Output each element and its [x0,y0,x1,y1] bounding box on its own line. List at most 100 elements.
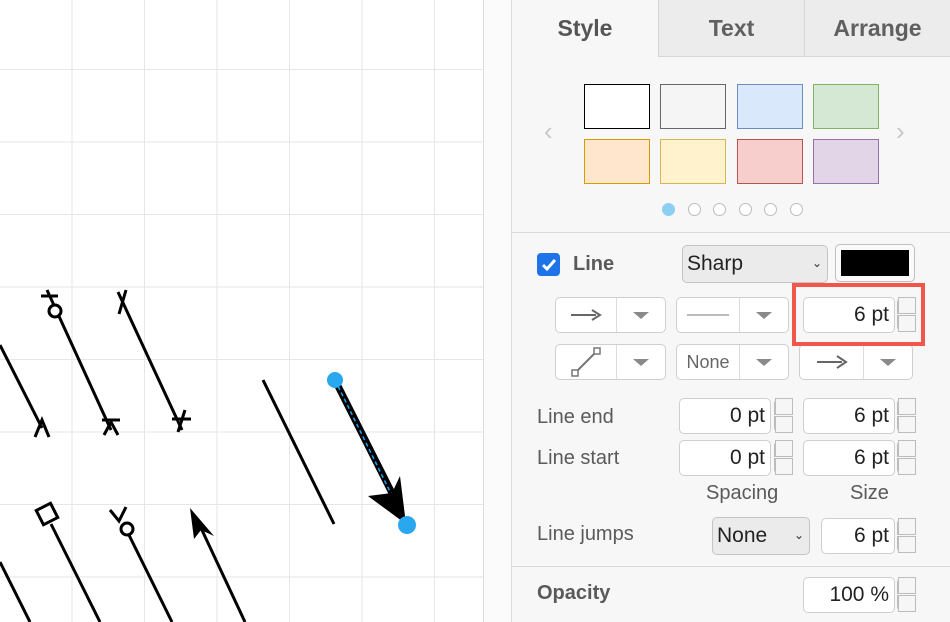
chevron-down-icon[interactable] [617,345,665,379]
edge-style-value: Sharp [687,252,744,275]
line-end-spacing-field[interactable]: 0 pt [679,398,771,434]
connector-edge[interactable] [116,291,184,431]
target-handle[interactable] [398,516,416,534]
increment-icon[interactable] [897,518,916,535]
line-end-size-value: 6 pt [853,404,889,427]
start-arrow-value[interactable]: None [677,345,740,379]
chevron-down-icon[interactable] [864,345,912,379]
classic-arrowhead [190,508,214,539]
connector-edge[interactable] [199,527,247,622]
decrement-icon[interactable] [897,536,916,553]
chevron-down-icon[interactable] [740,298,788,332]
spacing-column-label: Spacing [706,482,779,504]
page-dot[interactable] [688,203,701,216]
line-checkbox[interactable] [537,253,560,276]
line-end-size-field[interactable]: 6 pt [803,398,895,434]
end-arrow-selector-2[interactable] [799,344,913,380]
tab-style[interactable]: Style [512,0,658,57]
style-swatch[interactable] [584,84,650,129]
arrow-right-icon[interactable] [556,298,617,332]
connector-edge[interactable] [0,344,44,429]
diamond-marker [34,501,60,527]
opacity-stepper[interactable] [897,577,916,613]
style-swatch[interactable] [813,139,879,184]
page-dot[interactable] [790,203,803,216]
connector-edge[interactable] [125,530,174,622]
style-swatch[interactable] [660,139,726,184]
chevron-down-icon: ⌄ [811,256,822,270]
opacity-label: Opacity [537,582,611,604]
line-jumps-label: Line jumps [537,523,634,545]
chevron-down-icon[interactable] [617,298,665,332]
format-panel: Style Text Arrange ‹ › Line Sharp ⌄ 6 pt… [512,0,950,622]
line-end-spacing-stepper[interactable] [774,398,793,434]
line-color-picker[interactable] [835,244,915,282]
line-pattern-selector[interactable] [676,297,789,333]
increment-icon[interactable] [774,398,793,415]
increment-icon[interactable] [897,440,916,457]
line-start-spacing-field[interactable]: 0 pt [679,440,771,476]
style-swatch[interactable] [737,139,803,184]
line-start-size-field[interactable]: 6 pt [803,440,895,476]
page-dot-active[interactable] [662,203,675,216]
start-arrow-selector[interactable]: None [676,344,789,380]
connector-edge[interactable] [261,379,336,525]
line-jumps-value: None [717,524,768,547]
crows-foot-marker [108,506,128,524]
section-divider [512,566,950,567]
line-width-stepper[interactable] [897,297,916,333]
chevron-left-icon[interactable]: ‹ [544,116,553,147]
page-dot[interactable] [739,203,752,216]
edge-style-select[interactable]: Sharp ⌄ [682,245,828,283]
line-start-spacing-value: 0 pt [729,446,765,469]
solid-line-icon[interactable] [677,298,740,332]
source-handle[interactable] [327,372,343,388]
waypoint-selector[interactable] [555,344,666,380]
line-jumps-size-field[interactable]: 6 pt [821,518,895,554]
style-swatch[interactable] [737,84,803,129]
line-end-size-stepper[interactable] [897,398,916,434]
line-jumps-size-stepper[interactable] [897,518,916,554]
line-start-size-stepper[interactable] [897,440,916,476]
tab-text[interactable]: Text [658,0,804,57]
line-jumps-select[interactable]: None ⌄ [712,517,810,555]
page-dot[interactable] [713,203,726,216]
selected-connector-edge[interactable] [331,378,402,507]
format-tabs: Style Text Arrange [512,0,950,57]
decrement-icon[interactable] [897,315,916,332]
chevron-down-icon[interactable] [740,345,788,379]
line-width-field[interactable]: 6 pt [803,297,895,333]
increment-icon[interactable] [774,440,793,457]
increment-icon[interactable] [897,398,916,415]
style-swatch[interactable] [660,84,726,129]
decrement-icon[interactable] [897,458,916,475]
diagram-canvas[interactable] [0,0,483,622]
straight-connector-icon[interactable] [556,345,617,379]
line-start-spacing-stepper[interactable] [774,440,793,476]
crows-foot-marker [33,416,51,438]
size-column-label: Size [850,482,889,504]
decrement-icon[interactable] [774,458,793,475]
connector-edge[interactable] [49,523,102,622]
arrow-right-icon[interactable] [800,345,864,379]
chevron-right-icon[interactable]: › [896,116,905,147]
decrement-icon[interactable] [897,595,916,612]
connector-edge[interactable] [0,561,32,622]
line-end-label: Line end [537,406,614,428]
increment-icon[interactable] [897,297,916,314]
opacity-field[interactable]: 100 % [803,577,895,613]
line-label: Line [573,253,615,275]
diagram-shapes[interactable] [0,0,483,622]
style-swatch[interactable] [584,139,650,184]
style-swatch[interactable] [813,84,879,129]
panel-splitter[interactable] [483,0,512,622]
page-dot[interactable] [764,203,777,216]
end-arrow-selector[interactable] [555,297,666,333]
increment-icon[interactable] [897,577,916,594]
circle-marker [47,303,63,319]
decrement-icon[interactable] [897,416,916,433]
tab-arrange[interactable]: Arrange [804,0,950,57]
line-end-spacing-value: 0 pt [729,404,765,427]
decrement-icon[interactable] [774,416,793,433]
circle-marker [119,521,135,537]
